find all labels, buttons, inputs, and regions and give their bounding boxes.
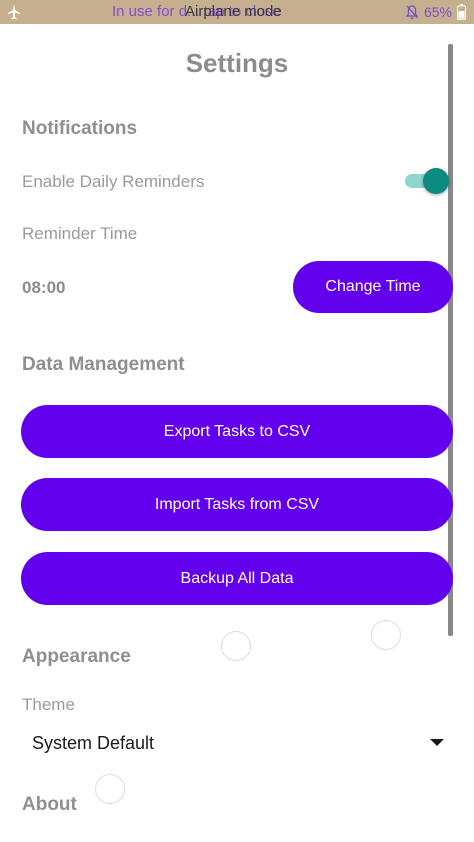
backup-data-button[interactable]: Backup All Data bbox=[21, 552, 453, 605]
toggle-thumb bbox=[423, 168, 449, 194]
bell-off-icon bbox=[405, 4, 419, 20]
page-title: Settings bbox=[185, 48, 289, 78]
daily-reminders-toggle[interactable] bbox=[405, 167, 449, 195]
import-csv-button[interactable]: Import Tasks from CSV bbox=[21, 478, 453, 531]
status-indicators: 65% bbox=[405, 3, 466, 21]
airplane-icon bbox=[7, 3, 21, 21]
export-csv-button[interactable]: Export Tasks to CSV bbox=[21, 405, 453, 458]
settings-screen: In use for d... tap to close Airplane mo… bbox=[0, 0, 474, 842]
battery-percent: 65% bbox=[423, 4, 452, 20]
battery-icon bbox=[457, 4, 466, 20]
theme-dropdown[interactable]: System Default bbox=[22, 725, 450, 761]
scrollbar[interactable] bbox=[448, 44, 453, 636]
daily-reminders-label: Enable Daily Reminders bbox=[22, 172, 205, 191]
status-bar: In use for d... tap to close Airplane mo… bbox=[0, 0, 474, 24]
touch-indicator bbox=[221, 631, 251, 661]
about-heading: About bbox=[22, 794, 77, 815]
dropdown-arrow-icon bbox=[430, 739, 444, 746]
appearance-heading: Appearance bbox=[22, 646, 131, 667]
reminder-time-label: Reminder Time bbox=[22, 224, 138, 243]
reminder-time-value: 08:00 bbox=[22, 278, 66, 297]
theme-label: Theme bbox=[22, 695, 75, 714]
touch-indicator bbox=[371, 620, 401, 650]
status-title: Airplane mode bbox=[185, 3, 282, 20]
theme-selected-value: System Default bbox=[32, 733, 155, 753]
change-time-button[interactable]: Change Time bbox=[293, 261, 453, 313]
touch-indicator bbox=[95, 774, 125, 804]
notifications-heading: Notifications bbox=[22, 118, 138, 139]
data-management-heading: Data Management bbox=[22, 354, 185, 375]
